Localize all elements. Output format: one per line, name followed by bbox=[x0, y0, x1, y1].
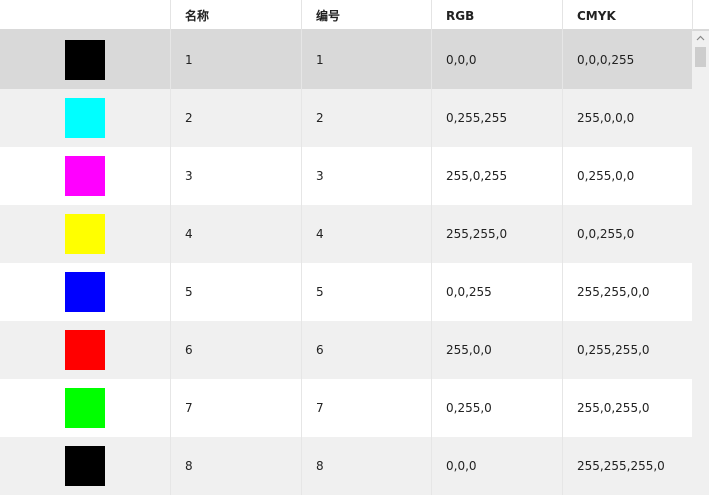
cmyk-cell: 0,255,255,0 bbox=[577, 343, 650, 357]
table-header: 名称 编号 RGB CMYK bbox=[0, 0, 692, 31]
table-row[interactable]: 5 5 0,0,255 255,255,0,0 bbox=[0, 263, 692, 321]
rgb-cell: 0,0,0 bbox=[432, 437, 563, 495]
color-swatch bbox=[65, 446, 105, 486]
header-number[interactable]: 编号 bbox=[302, 0, 432, 31]
cmyk-cell: 255,0,255,0 bbox=[577, 401, 650, 415]
header-name[interactable]: 名称 bbox=[171, 0, 302, 31]
rgb-cell: 255,255,0 bbox=[432, 205, 563, 263]
table-body: 1 1 0,0,0 0,0,0,255 2 2 0,255,255 255,0,0,0 3 3 25… bbox=[0, 31, 692, 495]
color-swatch bbox=[65, 214, 105, 254]
swatch-cell bbox=[0, 379, 171, 437]
name-cell: 3 bbox=[171, 147, 302, 205]
table-row[interactable]: 3 3 255,0,255 0,255,0,0 bbox=[0, 147, 692, 205]
swatch-cell bbox=[0, 31, 171, 89]
number-cell: 7 bbox=[302, 379, 432, 437]
name-cell: 1 bbox=[171, 31, 302, 89]
rgb-cell: 0,0,255 bbox=[432, 263, 563, 321]
color-swatch bbox=[65, 156, 105, 196]
number-cell: 1 bbox=[302, 31, 432, 89]
swatch-cell bbox=[0, 321, 171, 379]
name-cell: 5 bbox=[171, 263, 302, 321]
number-cell: 8 bbox=[302, 437, 432, 495]
table-row[interactable]: 4 4 255,255,0 0,0,255,0 bbox=[0, 205, 692, 263]
header-cmyk[interactable]: CMYK bbox=[563, 0, 692, 31]
color-swatch bbox=[65, 98, 105, 138]
name-cell: 8 bbox=[171, 437, 302, 495]
swatch-cell bbox=[0, 263, 171, 321]
rgb-cell: 0,255,255 bbox=[432, 89, 563, 147]
color-table: 名称 编号 RGB CMYK 1 1 0,0,0 0,0,0,255 2 2 0,255,2… bbox=[0, 0, 692, 495]
table-row[interactable]: 8 8 0,0,0 255,255,255,0 bbox=[0, 437, 692, 495]
color-swatch bbox=[65, 40, 105, 80]
header-rgb[interactable]: RGB bbox=[432, 0, 563, 31]
header-filler bbox=[692, 0, 709, 31]
rgb-cell: 255,0,0 bbox=[432, 321, 563, 379]
number-cell: 3 bbox=[302, 147, 432, 205]
color-swatch bbox=[65, 272, 105, 312]
scrollbar-thumb[interactable] bbox=[695, 47, 706, 67]
swatch-cell bbox=[0, 205, 171, 263]
chevron-up-icon[interactable] bbox=[692, 31, 709, 45]
cmyk-cell: 0,255,0,0 bbox=[577, 169, 635, 183]
number-cell: 5 bbox=[302, 263, 432, 321]
table-row[interactable]: 6 6 255,0,0 0,255,255,0 bbox=[0, 321, 692, 379]
number-cell: 2 bbox=[302, 89, 432, 147]
table-row[interactable]: 2 2 0,255,255 255,0,0,0 bbox=[0, 89, 692, 147]
swatch-cell bbox=[0, 437, 171, 495]
cmyk-cell: 0,0,255,0 bbox=[577, 227, 635, 241]
vertical-scrollbar[interactable] bbox=[692, 31, 709, 495]
color-swatch bbox=[65, 330, 105, 370]
cmyk-cell: 255,255,255,0 bbox=[577, 459, 665, 473]
rgb-cell: 0,0,0 bbox=[432, 31, 563, 89]
name-cell: 2 bbox=[171, 89, 302, 147]
swatch-cell bbox=[0, 89, 171, 147]
name-cell: 4 bbox=[171, 205, 302, 263]
cmyk-cell: 255,0,0,0 bbox=[577, 111, 635, 125]
table-row[interactable]: 7 7 0,255,0 255,0,255,0 bbox=[0, 379, 692, 437]
header-swatch[interactable] bbox=[0, 0, 171, 31]
name-cell: 6 bbox=[171, 321, 302, 379]
swatch-cell bbox=[0, 147, 171, 205]
color-swatch bbox=[65, 388, 105, 428]
rgb-cell: 255,0,255 bbox=[432, 147, 563, 205]
table-row[interactable]: 1 1 0,0,0 0,0,0,255 bbox=[0, 31, 692, 89]
cmyk-cell: 255,255,0,0 bbox=[577, 285, 650, 299]
name-cell: 7 bbox=[171, 379, 302, 437]
rgb-cell: 0,255,0 bbox=[432, 379, 563, 437]
number-cell: 6 bbox=[302, 321, 432, 379]
number-cell: 4 bbox=[302, 205, 432, 263]
cmyk-cell: 0,0,0,255 bbox=[577, 53, 635, 67]
